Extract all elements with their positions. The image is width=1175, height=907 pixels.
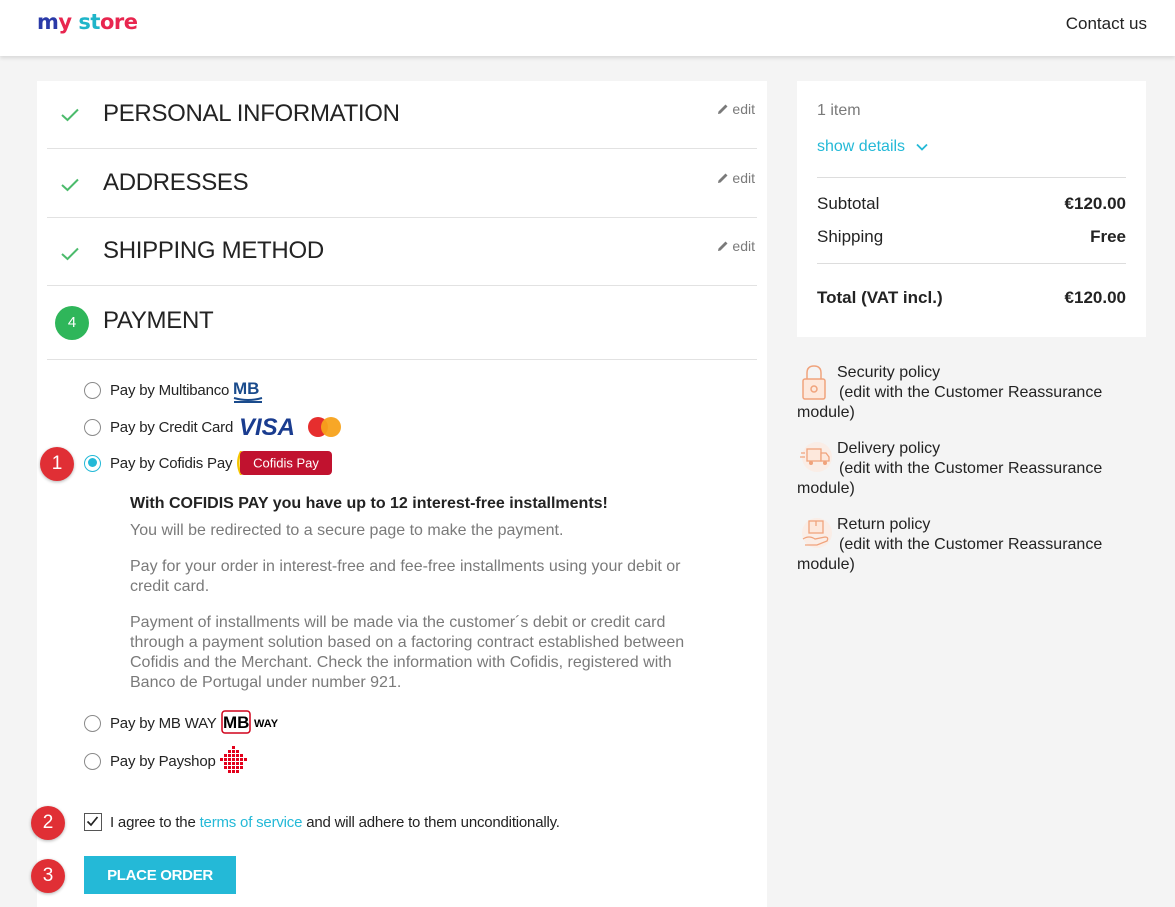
terms-text-after: and will adhere to them unconditionally.	[302, 813, 560, 831]
total-value: €120.00	[1064, 288, 1126, 307]
terms-text-before: I agree to the	[110, 813, 200, 831]
payment-option-label: Pay by Payshop	[110, 752, 216, 770]
cofidis-logo-text: Cofidis Pay	[253, 456, 319, 471]
mb-way-logo-suffix: WAY	[254, 718, 279, 730]
order-summary: 1 item show details Subtotal €120.00 Shi…	[797, 81, 1146, 337]
payment-option-label: Pay by Multibanco	[110, 381, 230, 399]
logo-part: y	[58, 10, 79, 34]
payshop-icon	[219, 746, 247, 773]
payment-option-label: Pay by MB WAY	[110, 714, 217, 732]
payment-radio[interactable]	[84, 381, 101, 399]
divider	[817, 263, 1126, 264]
reassurance-title: Delivery policy	[837, 440, 941, 457]
delivery-truck-icon	[800, 442, 832, 472]
subtotal-value: €120.00	[1064, 194, 1126, 213]
payment-option-cofidis-pay[interactable]: Pay by Cofidis Pay Cofidis Pay	[84, 451, 334, 475]
step-title: SHIPPING METHOD	[103, 237, 324, 264]
payment-option-label: Pay by Cofidis Pay	[110, 454, 233, 472]
step-personal-information[interactable]: PERSONAL INFORMATION edit	[47, 81, 757, 149]
cofidis-legal-text: Payment of installments will be made via…	[130, 614, 685, 691]
checkout-steps: PERSONAL INFORMATION edit ADDRESSES edit…	[37, 81, 767, 907]
check-icon	[61, 244, 79, 267]
edit-label: edit	[732, 101, 755, 117]
show-details-label: show details	[817, 138, 906, 155]
payment-option-mb-way[interactable]: Pay by MB WAY MB WAY	[84, 710, 284, 735]
check-icon	[61, 105, 79, 128]
multibanco-logo-icon: MB	[233, 379, 263, 403]
edit-label: edit	[732, 170, 755, 186]
logo-part: ore	[99, 10, 138, 34]
shipping-row: Shipping Free	[817, 227, 1126, 247]
payment-radio[interactable]	[84, 714, 101, 732]
payment-radio-selected[interactable]	[84, 454, 101, 472]
terms-of-service-link[interactable]: terms of service	[200, 814, 303, 831]
terms-agreement: I agree to the terms of service and will…	[84, 813, 560, 831]
annotation-badge: 3	[31, 859, 65, 893]
cofidis-pay-logo-icon: Cofidis Pay	[237, 451, 333, 475]
step-title: PERSONAL INFORMATION	[103, 100, 400, 127]
reassurance-desc: (edit with the Customer Reassurance modu…	[797, 384, 1103, 421]
site-header: my store Contact us	[0, 0, 1175, 56]
cofidis-redirect-text: You will be redirected to a secure page …	[130, 522, 564, 539]
step-shipping-method[interactable]: SHIPPING METHOD edit	[47, 218, 757, 286]
payment-option-multibanco[interactable]: Pay by Multibanco MB	[84, 378, 265, 403]
edit-link[interactable]: edit	[717, 238, 755, 254]
reassurance-title: Security policy	[837, 364, 941, 381]
checkmark-icon	[86, 816, 99, 827]
pencil-icon	[718, 104, 728, 114]
visa-mastercard-logo-icon: VISA	[239, 414, 342, 441]
visa-logo-text: VISA	[239, 414, 295, 441]
reassurance-delivery: Delivery policy (edit with the Customer …	[797, 439, 1127, 499]
total-row: Total (VAT incl.) €120.00	[817, 288, 1126, 308]
mb-way-logo-icon: MB WAY	[220, 710, 279, 734]
mb-way-logo-text: MB	[223, 713, 249, 732]
subtotal-row: Subtotal €120.00	[817, 194, 1126, 214]
step-payment: 4 PAYMENT	[47, 286, 757, 360]
pencil-icon	[718, 173, 728, 183]
logo-part: st	[78, 10, 100, 34]
logo-part: m	[37, 10, 59, 34]
annotation-badge: 1	[40, 447, 74, 481]
edit-link[interactable]: edit	[717, 170, 755, 186]
reassurance-return: Return policy (edit with the Customer Re…	[797, 515, 1127, 575]
payment-option-label: Pay by Credit Card	[110, 418, 234, 436]
edit-link[interactable]: edit	[717, 101, 755, 117]
payment-radio[interactable]	[84, 418, 101, 436]
place-order-button[interactable]: PLACE ORDER	[84, 856, 236, 894]
subtotal-label: Subtotal	[817, 194, 880, 213]
reassurance-title: Return policy	[837, 516, 931, 533]
terms-text: I agree to the terms of service and will…	[110, 814, 560, 831]
item-count: 1 item	[817, 102, 861, 119]
shipping-label: Shipping	[817, 227, 884, 246]
reassurance-desc: (edit with the Customer Reassurance modu…	[797, 536, 1103, 573]
payment-option-payshop[interactable]: Pay by Payshop	[84, 746, 251, 773]
step-title: PAYMENT	[103, 307, 214, 334]
cofidis-installments-text: Pay for your order in interest-free and …	[130, 558, 681, 595]
return-box-icon	[802, 518, 832, 548]
store-logo[interactable]: my store	[37, 10, 138, 34]
pencil-icon	[718, 241, 728, 251]
reassurance-desc: (edit with the Customer Reassurance modu…	[797, 460, 1103, 497]
lock-icon	[802, 365, 826, 400]
annotation-badge: 2	[31, 806, 65, 840]
chevron-down-icon	[915, 143, 928, 151]
step-addresses[interactable]: ADDRESSES edit	[47, 149, 757, 218]
show-details-toggle[interactable]: show details	[817, 138, 928, 156]
shipping-value: Free	[1090, 227, 1126, 246]
step-title: ADDRESSES	[103, 169, 249, 196]
terms-checkbox[interactable]	[84, 813, 102, 831]
payment-option-credit-card[interactable]: Pay by Credit Card VISA	[84, 414, 350, 441]
edit-label: edit	[732, 238, 755, 254]
multibanco-logo-text: MB	[233, 379, 259, 398]
reassurance-security: Security policy (edit with the Customer …	[797, 363, 1127, 423]
check-icon	[61, 175, 79, 198]
cofidis-headline: With COFIDIS PAY you have up to 12 inter…	[130, 495, 608, 512]
step-number-badge: 4	[55, 306, 89, 340]
total-label: Total (VAT incl.)	[817, 288, 943, 307]
divider	[817, 177, 1126, 178]
payment-radio[interactable]	[84, 752, 101, 770]
contact-us-link[interactable]: Contact us	[1066, 14, 1147, 34]
